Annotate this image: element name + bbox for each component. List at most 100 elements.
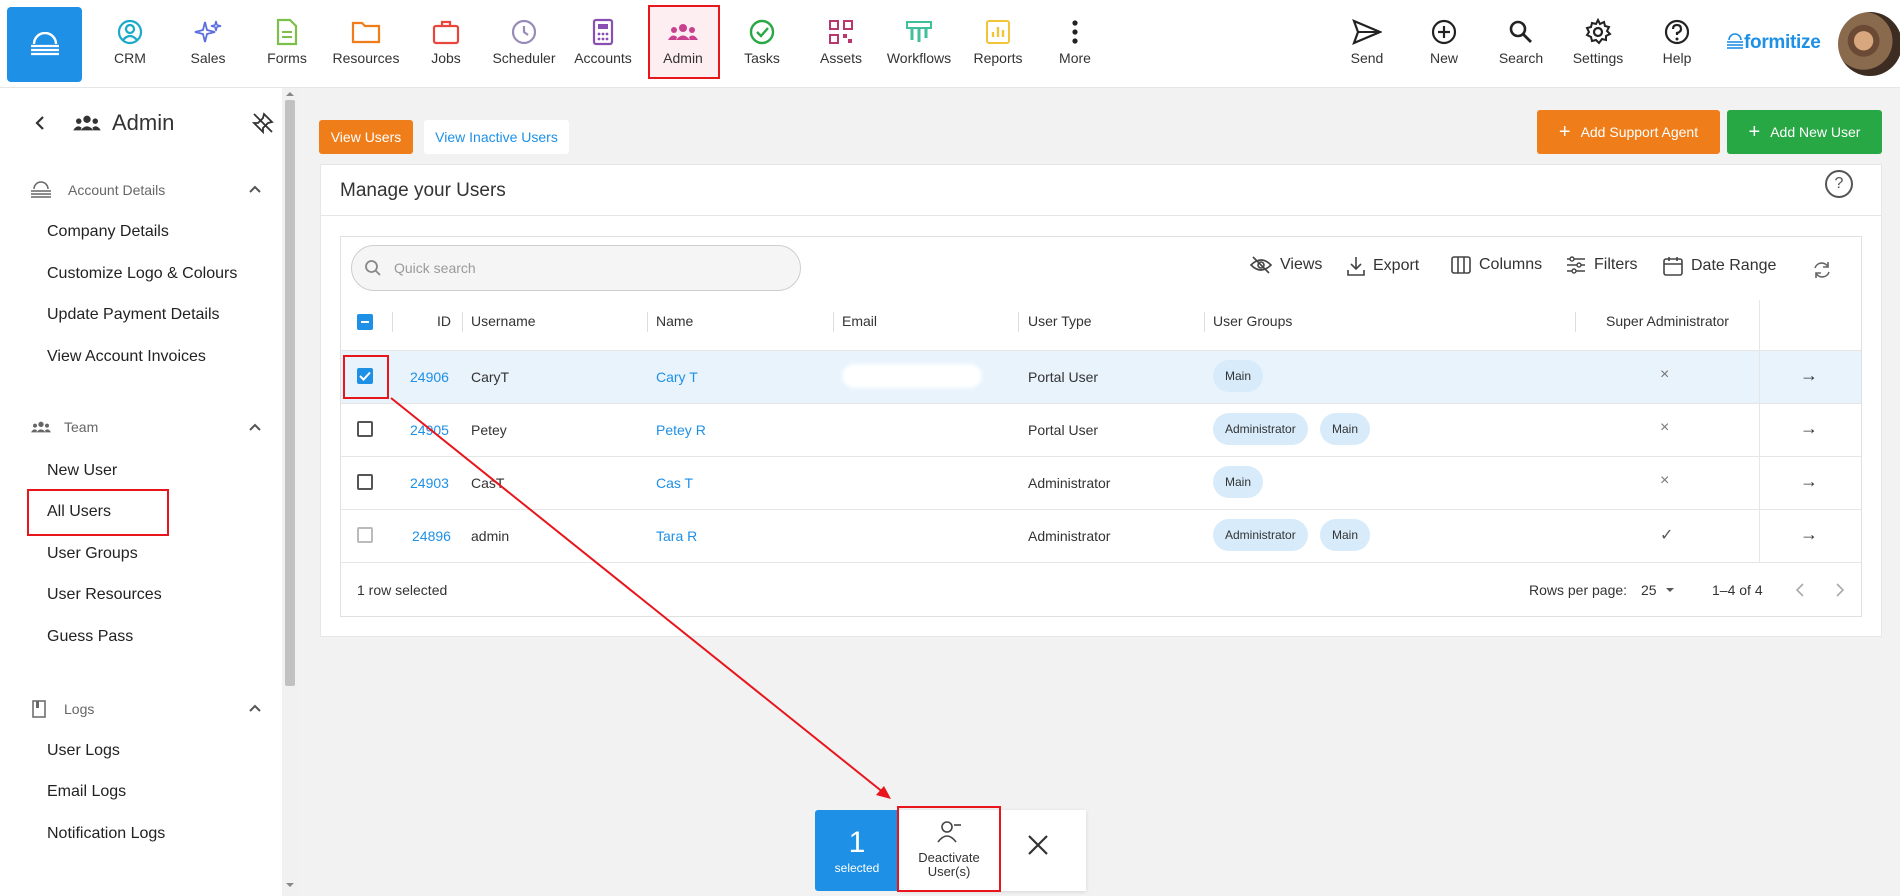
row-open-arrow-icon[interactable]: → <box>1800 418 1818 439</box>
cell-email-redacted <box>842 364 982 388</box>
col-header-email[interactable]: Email <box>842 313 877 329</box>
column-separator <box>1018 312 1019 332</box>
nav-help[interactable]: Help <box>1641 16 1713 72</box>
clock-icon <box>508 16 540 48</box>
calculator-icon <box>587 16 619 48</box>
sidebar-item-user-groups[interactable]: User Groups <box>47 545 138 563</box>
add-new-user-button[interactable]: + Add New User <box>1727 110 1882 154</box>
col-header-super-admin[interactable]: Super Administrator <box>1606 313 1729 329</box>
views-button[interactable]: Views <box>1250 256 1322 274</box>
nav-jobs[interactable]: Jobs <box>410 16 482 72</box>
add-support-agent-button[interactable]: + Add Support Agent <box>1537 110 1720 154</box>
unpin-icon[interactable] <box>252 112 274 134</box>
selected-count-badge: 1 selected <box>815 810 899 891</box>
sidebar-item-view-invoices[interactable]: View Account Invoices <box>47 348 206 366</box>
row-checkbox[interactable] <box>357 527 373 543</box>
sidebar-item-email-logs[interactable]: Email Logs <box>47 783 126 801</box>
cell-name[interactable]: Cas T <box>656 475 693 491</box>
cell-id[interactable]: 24903 <box>410 475 449 491</box>
tab-view-users[interactable]: View Users <box>319 120 413 154</box>
section-logs[interactable]: Logs <box>30 699 94 719</box>
scroll-down-icon[interactable] <box>285 882 295 888</box>
nav-forms[interactable]: Forms <box>251 16 323 72</box>
cell-name[interactable]: Tara R <box>656 528 697 544</box>
nav-label: Forms <box>267 50 307 66</box>
table-row[interactable] <box>341 403 1861 456</box>
search-input[interactable] <box>394 260 774 276</box>
cloud-icon <box>31 181 51 198</box>
chevron-up-icon[interactable] <box>248 184 262 194</box>
nav-resources[interactable]: Resources <box>330 16 402 72</box>
sidebar-item-new-user[interactable]: New User <box>47 462 117 480</box>
nav-label: CRM <box>114 50 146 66</box>
nav-reports[interactable]: Reports <box>962 16 1034 72</box>
nav-crm[interactable]: CRM <box>94 16 166 72</box>
filters-button[interactable]: Filters <box>1566 256 1638 274</box>
more-vertical-icon <box>1059 16 1091 48</box>
page-title: Manage your Users <box>340 180 506 201</box>
nav-accounts[interactable]: Accounts <box>567 16 639 72</box>
cell-name[interactable]: Cary T <box>656 369 698 385</box>
table-row[interactable] <box>341 350 1861 403</box>
sidebar-item-user-resources[interactable]: User Resources <box>47 586 162 604</box>
sidebar-item-notification-logs[interactable]: Notification Logs <box>47 825 165 843</box>
col-header-user-type[interactable]: User Type <box>1028 313 1092 329</box>
row-checkbox[interactable] <box>357 474 373 490</box>
col-header-user-groups[interactable]: User Groups <box>1213 313 1292 329</box>
quick-search[interactable] <box>351 245 801 291</box>
gear-icon <box>1582 16 1614 48</box>
nav-admin[interactable]: Admin <box>647 16 719 72</box>
help-button[interactable]: ? <box>1825 170 1853 198</box>
cell-id[interactable]: 24896 <box>412 528 451 544</box>
export-button[interactable]: Export <box>1347 256 1419 276</box>
next-page-icon[interactable] <box>1835 583 1845 597</box>
sidebar-item-update-payment[interactable]: Update Payment Details <box>47 306 220 324</box>
col-header-id[interactable]: ID <box>437 313 451 329</box>
date-range-button[interactable]: Date Range <box>1663 256 1776 276</box>
sidebar-item-guess-pass[interactable]: Guess Pass <box>47 628 133 646</box>
nav-scheduler[interactable]: Scheduler <box>488 16 560 72</box>
sidebar-item-user-logs[interactable]: User Logs <box>47 742 120 760</box>
rows-per-page-select[interactable]: 25 <box>1641 582 1675 598</box>
refresh-icon[interactable] <box>1812 260 1832 280</box>
back-arrow-icon[interactable] <box>33 115 47 131</box>
chevron-up-icon[interactable] <box>248 422 262 432</box>
scroll-up-icon[interactable] <box>285 91 295 97</box>
sidebar-item-company-details[interactable]: Company Details <box>47 223 169 241</box>
chevron-up-icon[interactable] <box>248 703 262 713</box>
calendar-icon <box>1663 257 1683 276</box>
nav-tasks[interactable]: Tasks <box>726 16 798 72</box>
nav-sales[interactable]: Sales <box>172 16 244 72</box>
row-open-arrow-icon[interactable]: → <box>1800 524 1818 545</box>
nav-workflows[interactable]: Workflows <box>883 16 955 72</box>
row-checkbox[interactable] <box>357 421 373 437</box>
cell-id[interactable]: 24905 <box>410 422 449 438</box>
sidebar-scroll-thumb[interactable] <box>285 100 295 686</box>
row-open-arrow-icon[interactable]: → <box>1800 471 1818 492</box>
close-icon[interactable] <box>1027 834 1049 856</box>
prev-page-icon[interactable] <box>1795 583 1805 597</box>
nav-send[interactable]: Send <box>1331 16 1403 72</box>
select-all-checkbox[interactable] <box>357 314 373 330</box>
tab-view-inactive-users[interactable]: View Inactive Users <box>424 120 569 154</box>
nav-assets[interactable]: Assets <box>805 16 877 72</box>
columns-button[interactable]: Columns <box>1451 256 1542 274</box>
brand-logo[interactable]: formitize <box>1726 32 1821 54</box>
section-team[interactable]: Team <box>30 419 98 435</box>
cell-id[interactable]: 24906 <box>410 369 449 385</box>
nav-search[interactable]: Search <box>1485 16 1557 72</box>
nav-settings[interactable]: Settings <box>1562 16 1634 72</box>
sidebar-item-customize-logo[interactable]: Customize Logo & Colours <box>47 265 237 283</box>
cell-name[interactable]: Petey R <box>656 422 706 438</box>
avatar[interactable] <box>1838 12 1900 76</box>
group-chip: Administrator <box>1213 413 1308 445</box>
plus-icon: + <box>1748 121 1761 143</box>
col-header-name[interactable]: Name <box>656 313 693 329</box>
tool-label: Date Range <box>1691 257 1777 274</box>
section-account-details[interactable]: Account Details <box>30 181 165 199</box>
app-logo-button[interactable] <box>7 7 82 82</box>
col-header-username[interactable]: Username <box>471 313 536 329</box>
nav-new[interactable]: New <box>1408 16 1480 72</box>
row-open-arrow-icon[interactable]: → <box>1800 365 1818 386</box>
nav-more[interactable]: More <box>1039 16 1111 72</box>
